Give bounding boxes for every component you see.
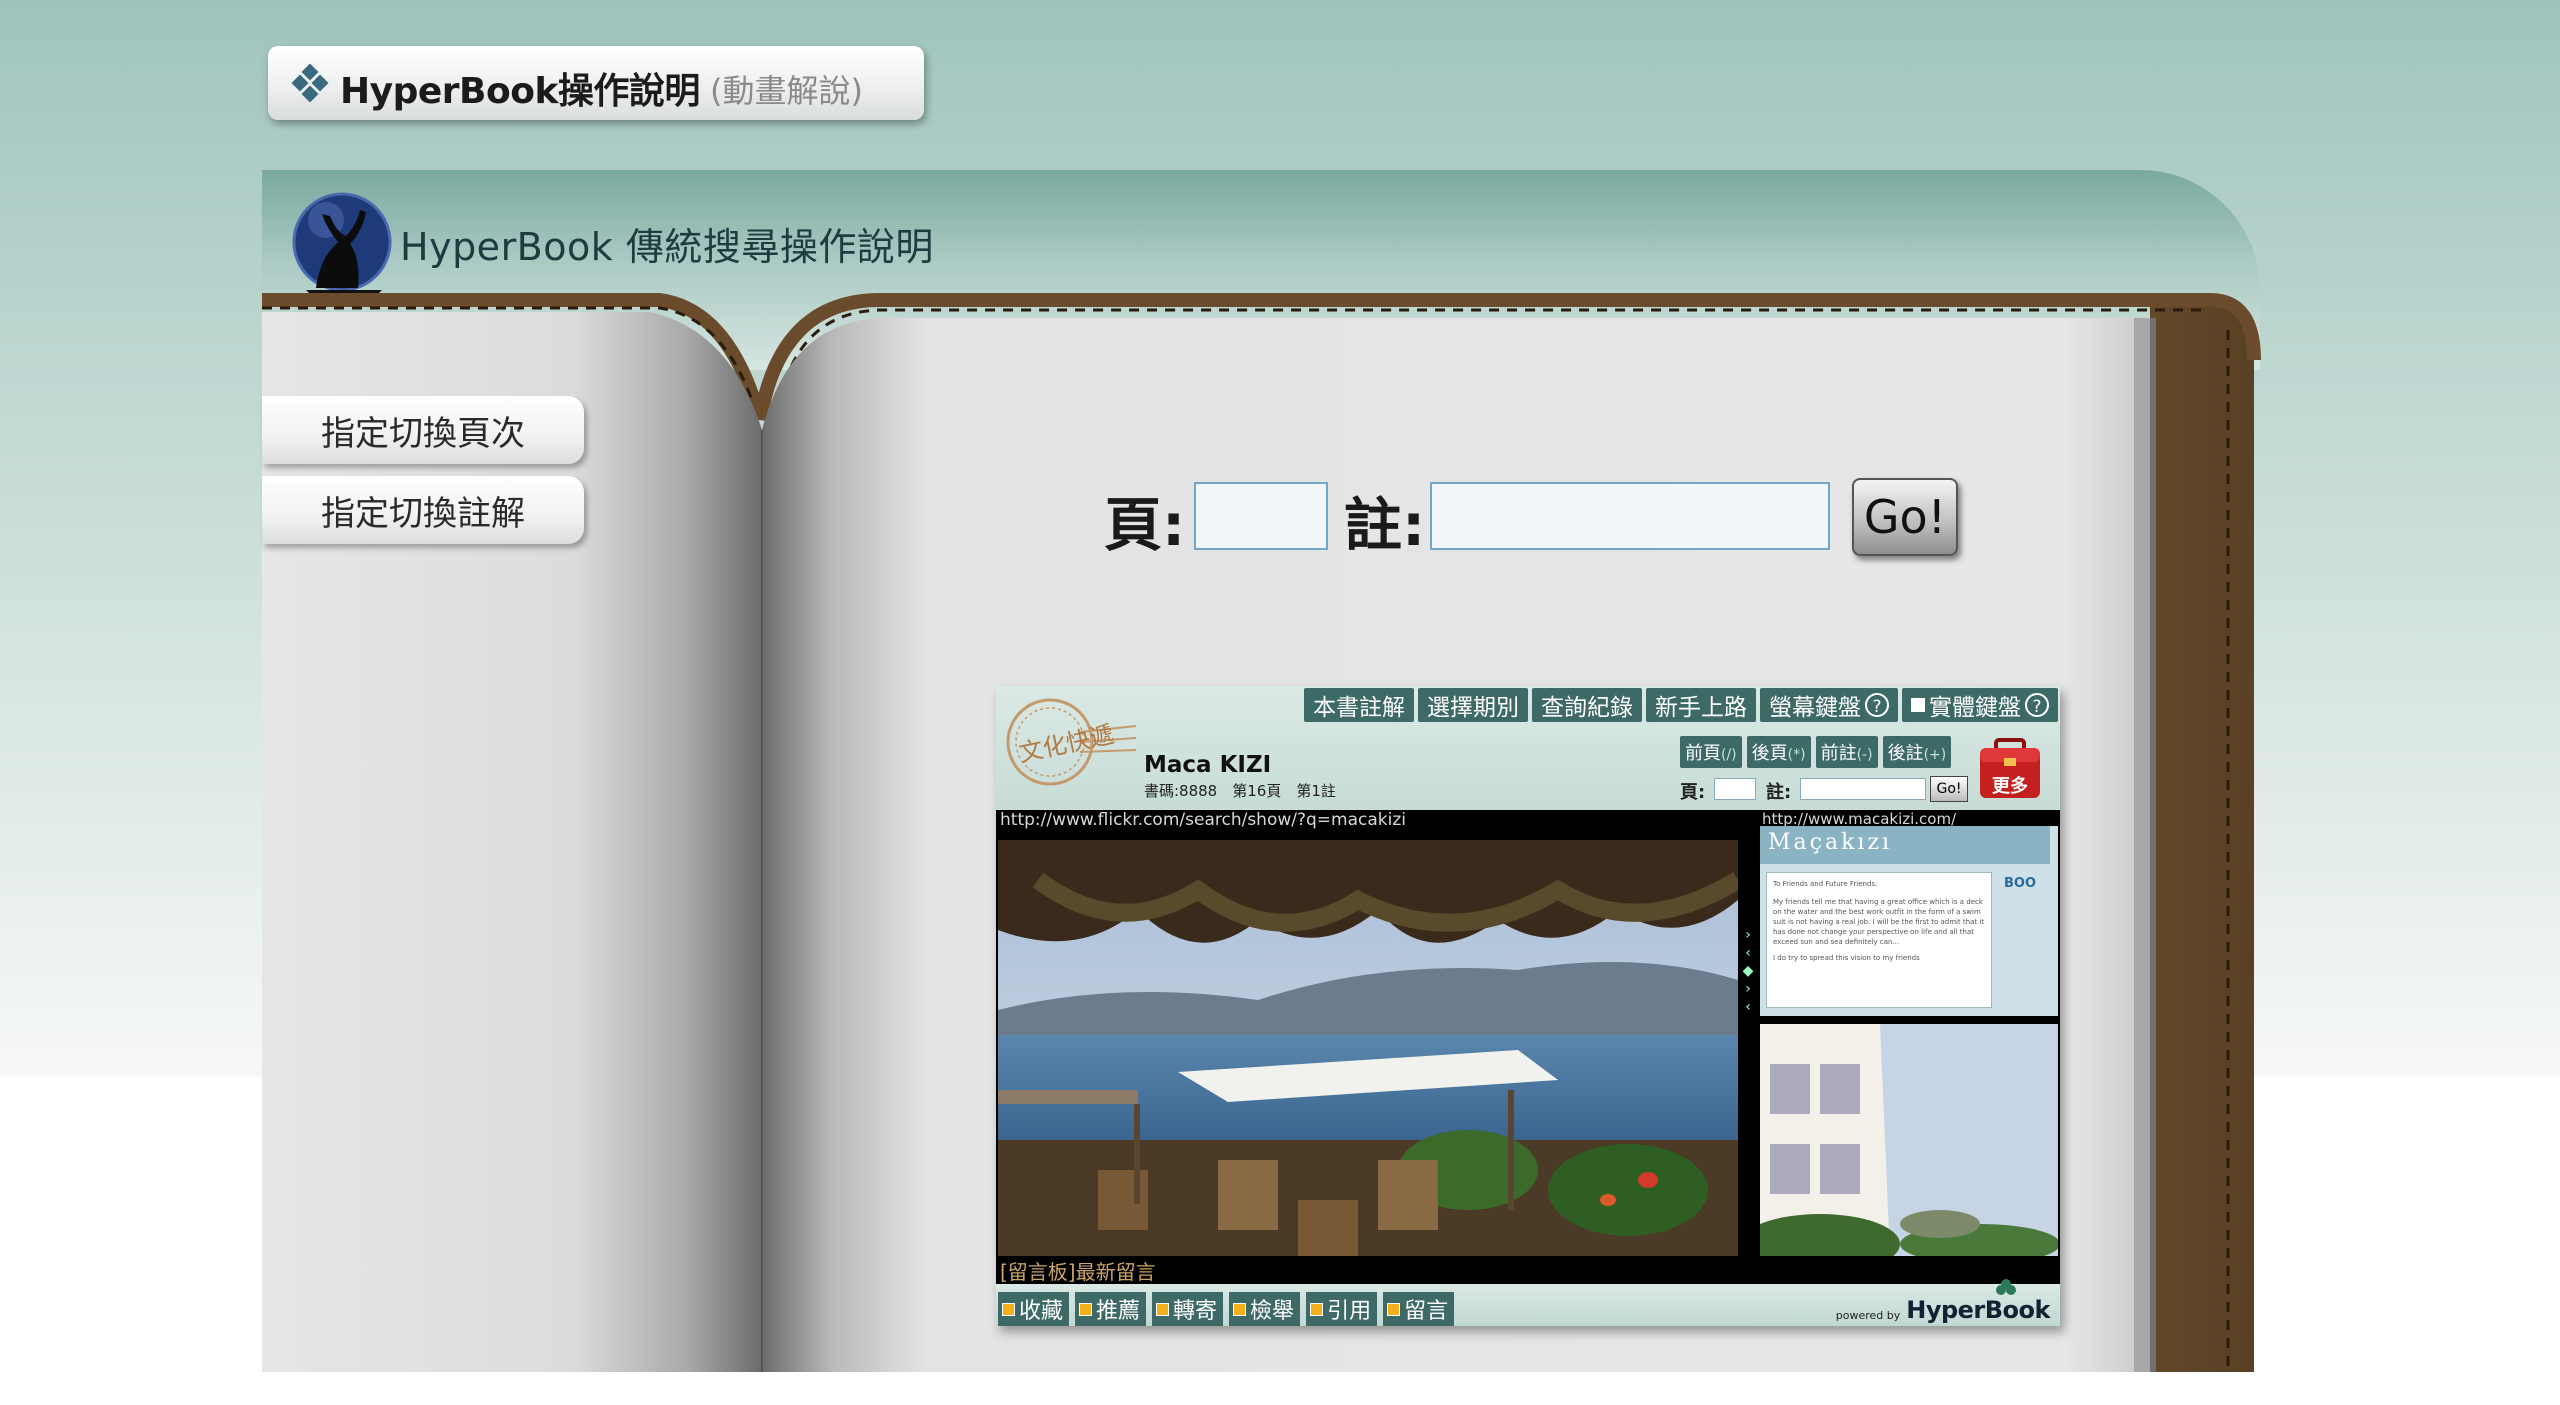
preview-top-nav: 本書註解 選擇期別 查詢紀錄 新手上路 螢幕鍵盤? 實體鍵盤? bbox=[1304, 688, 2058, 722]
go-button[interactable]: Go! bbox=[1852, 478, 1958, 556]
nav-search-history[interactable]: 查詢紀錄 bbox=[1532, 688, 1642, 722]
mini-note-label: 註: bbox=[1766, 782, 1792, 803]
nav-label: 本書註解 bbox=[1313, 695, 1405, 721]
preview-toolbar: 文化快遞 本書註解 選擇期別 查詢紀錄 新手上路 螢幕鍵盤? 實體鍵盤? Mac… bbox=[996, 686, 2060, 810]
cite-button[interactable]: 引用 bbox=[1306, 1292, 1378, 1326]
nav-label: 螢幕鍵盤 bbox=[1769, 695, 1861, 721]
mini-note-input[interactable] bbox=[1800, 778, 1926, 800]
subnav-label: 後頁 bbox=[1751, 743, 1788, 764]
action-label: 檢舉 bbox=[1250, 1299, 1295, 1324]
next-note-button[interactable]: 後註(+) bbox=[1882, 736, 1952, 768]
left-frame-url[interactable]: http://www.flickr.com/search/show/?q=mac… bbox=[1000, 810, 1406, 830]
bullet-icon bbox=[1002, 1302, 1015, 1316]
keyboard-checkbox[interactable] bbox=[1911, 698, 1925, 712]
clover-icon bbox=[1996, 1279, 2016, 1295]
mini-page-label: 頁: bbox=[1680, 782, 1706, 803]
subnav-hint: (*) bbox=[1787, 747, 1806, 763]
sidebar-item-switch-page[interactable]: 指定切換頁次 bbox=[262, 396, 584, 464]
subnav-hint: (/) bbox=[1721, 747, 1737, 763]
recommend-button[interactable]: 推薦 bbox=[1075, 1292, 1147, 1326]
welcome-body: My friends tell me that having a great o… bbox=[1773, 898, 1985, 946]
preview-sub-nav: 前頁(/) 後頁(*) 前註(-) 後註(+) bbox=[1680, 736, 1952, 768]
collect-button[interactable]: 收藏 bbox=[998, 1292, 1070, 1326]
report-button[interactable]: 檢舉 bbox=[1229, 1292, 1301, 1326]
welcome-footer: I do try to spread this vision to my fri… bbox=[1773, 954, 1920, 962]
bullet-icon bbox=[1387, 1302, 1401, 1316]
bullet-icon bbox=[1156, 1302, 1170, 1316]
book-title: Maca KIZI bbox=[1144, 752, 1272, 778]
nav-label: 選擇期別 bbox=[1427, 695, 1519, 721]
sidebar-item-switch-note[interactable]: 指定切換註解 bbox=[262, 476, 584, 544]
seaside-photo bbox=[998, 840, 1738, 1256]
book-meta: 書碼:8888 第16頁 第1註 bbox=[1144, 782, 1336, 800]
action-label: 收藏 bbox=[1019, 1299, 1064, 1324]
nav-beginner-guide[interactable]: 新手上路 bbox=[1646, 688, 1756, 722]
hyperbook-logo: HyperBook bbox=[1906, 1296, 2050, 1324]
hotel-website-frame: Maçakızı To Friends and Future Friends. … bbox=[1760, 826, 2058, 1016]
mini-go-button[interactable]: Go! bbox=[1930, 776, 1968, 802]
action-label: 推薦 bbox=[1096, 1299, 1141, 1324]
powered-by-text: powered by bbox=[1835, 1309, 1901, 1322]
nav-book-notes[interactable]: 本書註解 bbox=[1304, 688, 1414, 722]
nav-label: 新手上路 bbox=[1655, 695, 1747, 721]
mini-page-input[interactable] bbox=[1714, 778, 1756, 800]
action-label: 留言 bbox=[1404, 1299, 1449, 1324]
note-label: 註: bbox=[1344, 491, 1426, 559]
help-icon[interactable]: ? bbox=[2025, 693, 2049, 717]
page-label: 頁: bbox=[1104, 491, 1186, 559]
bullet-icon bbox=[1310, 1302, 1324, 1316]
forward-button[interactable]: 轉寄 bbox=[1152, 1292, 1224, 1326]
booking-label[interactable]: BOO bbox=[2004, 876, 2036, 891]
welcome-box: To Friends and Future Friends. My friend… bbox=[1766, 872, 1992, 1008]
subnav-hint: (-) bbox=[1856, 747, 1873, 763]
more-button[interactable]: 更多 bbox=[1976, 736, 2044, 802]
preview-bottom-bar: 收藏 推薦 轉寄 檢舉 引用 留言 powered by HyperBook bbox=[996, 1279, 2060, 1326]
hotel-building-photo bbox=[1760, 1024, 2058, 1256]
nav-label: 實體鍵盤 bbox=[1929, 695, 2021, 721]
frame-divider[interactable]: › ‹ ◆ › ‹ bbox=[1736, 926, 1760, 1046]
welcome-title: To Friends and Future Friends. bbox=[1773, 880, 1878, 888]
bullet-icon bbox=[1233, 1302, 1247, 1316]
bottom-actions: 收藏 推薦 轉寄 檢舉 引用 留言 bbox=[998, 1292, 1455, 1326]
prev-note-button[interactable]: 前註(-) bbox=[1815, 736, 1878, 768]
hotel-brand: Maçakızı bbox=[1768, 830, 1893, 855]
page-input[interactable] bbox=[1194, 482, 1328, 550]
powered-by-logo[interactable]: powered by HyperBook bbox=[1835, 1296, 2051, 1324]
prev-page-button[interactable]: 前頁(/) bbox=[1680, 736, 1742, 768]
subnav-hint: (+) bbox=[1923, 747, 1947, 763]
hyperbook-preview: 文化快遞 本書註解 選擇期別 查詢紀錄 新手上路 螢幕鍵盤? 實體鍵盤? Mac… bbox=[996, 686, 2060, 1326]
subnav-label: 前頁 bbox=[1685, 743, 1721, 764]
subnav-label: 後註 bbox=[1887, 743, 1924, 764]
nav-physical-keyboard[interactable]: 實體鍵盤? bbox=[1902, 688, 2058, 722]
action-label: 轉寄 bbox=[1173, 1299, 1218, 1324]
help-icon[interactable]: ? bbox=[1865, 693, 1889, 717]
more-label: 更多 bbox=[1992, 776, 2028, 797]
nav-select-issue[interactable]: 選擇期別 bbox=[1418, 688, 1528, 722]
comment-button[interactable]: 留言 bbox=[1383, 1292, 1455, 1326]
nav-screen-keyboard[interactable]: 螢幕鍵盤? bbox=[1760, 688, 1898, 722]
message-board-link[interactable]: [留言板]最新留言 bbox=[1000, 1256, 1156, 1285]
action-label: 引用 bbox=[1327, 1299, 1372, 1324]
nav-label: 查詢紀錄 bbox=[1541, 695, 1633, 721]
note-input[interactable] bbox=[1430, 482, 1830, 550]
subnav-label: 前註 bbox=[1820, 743, 1857, 764]
next-page-button[interactable]: 後頁(*) bbox=[1746, 736, 1811, 768]
bullet-icon bbox=[1079, 1302, 1093, 1316]
